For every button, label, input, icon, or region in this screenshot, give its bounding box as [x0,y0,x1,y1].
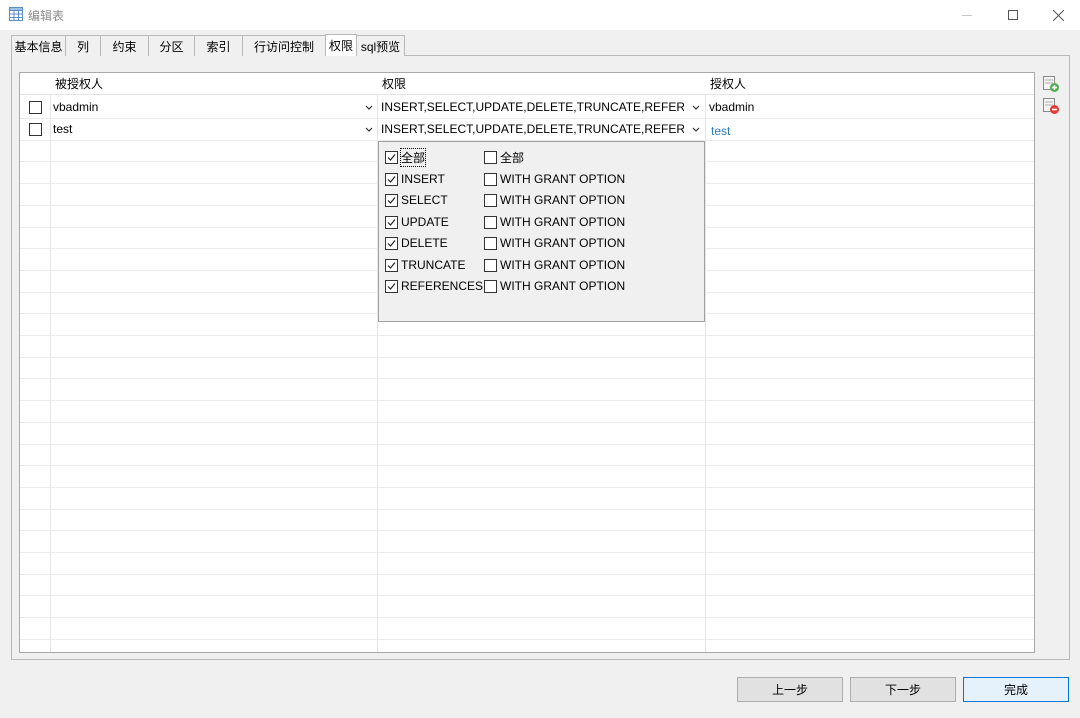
grid-row-line [20,356,1034,358]
grant-option-delete[interactable]: WITH GRANT OPTION [484,234,625,252]
close-button[interactable] [1035,0,1080,30]
add-row-button[interactable] [1042,75,1060,93]
title-bar: 编辑表 [0,0,1080,30]
table-icon [9,7,23,21]
prev-button[interactable]: 上一步 [737,677,843,702]
grantee-cell[interactable]: test [50,119,360,140]
grant-option-select[interactable]: WITH GRANT OPTION [484,191,625,209]
minimize-button[interactable] [944,0,990,30]
grantee-cell[interactable]: vbadmin [50,97,360,118]
checkbox-icon[interactable] [484,215,497,229]
maximize-icon [1008,10,1018,20]
window-title: 编辑表 [28,9,65,23]
column-header-grantor[interactable]: 授权人 [705,73,746,95]
tab-sql-preview[interactable]: sql预览 [356,35,405,56]
grant-option-all[interactable]: 全部 [484,148,524,166]
remove-row-icon [1043,98,1059,114]
grid-row-line [20,595,1034,597]
checkbox-checked-icon[interactable] [385,279,398,293]
grid-row-line [20,421,1034,423]
tab-constraints[interactable]: 约束 [100,35,149,56]
tab-columns[interactable]: 列 [65,35,101,56]
checkbox-checked-icon[interactable] [385,236,398,250]
tab-partitions[interactable]: 分区 [148,35,195,56]
grant-option-references[interactable]: WITH GRANT OPTION [484,277,625,295]
privilege-option-all[interactable]: 全部 [385,147,427,167]
chevron-down-icon[interactable] [363,97,375,118]
column-header-privileges[interactable]: 权限 [377,73,406,95]
chevron-down-icon[interactable] [363,119,375,140]
privilege-dropdown: 全部 全部 INSERT WITH GRANT OPTION SELECT WI… [378,141,705,322]
grid-row-line [20,552,1034,553]
privileges-cell[interactable]: INSERT,SELECT,UPDATE,DELETE,TRUNCATE,REF… [378,97,684,118]
column-header-grantee[interactable]: 被授权人 [50,73,103,95]
checkbox-icon[interactable] [484,279,497,293]
grantor-cell: vbadmin [709,100,755,114]
maximize-button[interactable] [990,0,1036,30]
grid-row-line [20,400,1034,402]
grant-option-truncate[interactable]: WITH GRANT OPTION [484,256,625,274]
grid-row-line [20,638,1034,640]
checkbox-checked-icon[interactable] [385,215,398,229]
grid-row-line [20,617,1034,619]
grid-row-line [20,335,1034,336]
privilege-option-delete[interactable]: DELETE [385,234,448,252]
tab-row-access-control[interactable]: 行访问控制 [242,35,326,56]
finish-button[interactable]: 完成 [963,677,1069,702]
chevron-down-icon[interactable] [690,119,702,140]
privilege-option-insert[interactable]: INSERT [385,170,445,188]
tab-privileges[interactable]: 权限 [325,34,357,56]
tab-indexes[interactable]: 索引 [194,35,243,56]
grantor-cell: test [711,124,731,138]
next-button[interactable]: 下一步 [850,677,956,702]
grid-row-line [20,465,1034,467]
checkbox-icon[interactable] [484,150,497,164]
privileges-cell[interactable]: INSERT,SELECT,UPDATE,DELETE,TRUNCATE,REF… [378,119,684,140]
grant-option-update[interactable]: WITH GRANT OPTION [484,213,625,231]
checkbox-icon[interactable] [484,258,497,272]
checkbox-checked-icon[interactable] [385,258,398,272]
remove-row-button[interactable] [1042,97,1060,115]
grid-row-line [20,486,1034,488]
grid-row-line [20,378,1034,380]
checkbox-checked-icon[interactable] [385,172,398,186]
checkbox-icon[interactable] [484,172,497,186]
close-icon [1052,9,1064,21]
table-row[interactable]: test INSERT,SELECT,UPDATE,DELETE,TRUNCAT… [20,119,1034,140]
checkbox-icon[interactable] [484,193,497,207]
privilege-option-update[interactable]: UPDATE [385,213,449,231]
grant-option-insert[interactable]: WITH GRANT OPTION [484,170,625,188]
grid-row-line [20,573,1034,575]
checkbox-checked-icon[interactable] [385,193,398,207]
privilege-option-select[interactable]: SELECT [385,191,448,209]
table-row[interactable]: vbadmin INSERT,SELECT,UPDATE,DELETE,TRUN… [20,97,1034,118]
grid-header: 被授权人 权限 授权人 [20,73,1034,95]
checkbox-icon[interactable] [484,236,497,250]
grid-row-line [20,508,1034,510]
checkbox-checked-icon[interactable] [385,150,398,164]
chevron-down-icon[interactable] [690,97,702,118]
row-checkbox[interactable] [29,101,42,114]
privilege-option-references[interactable]: REFERENCES [385,277,483,295]
row-checkbox[interactable] [29,123,42,136]
privilege-option-truncate[interactable]: TRUNCATE [385,256,465,274]
minimize-icon [962,15,972,16]
add-row-icon [1043,76,1059,92]
grid-row-line [20,530,1034,532]
tab-basic-info[interactable]: 基本信息 [11,35,66,56]
grid-row-line [20,443,1034,445]
